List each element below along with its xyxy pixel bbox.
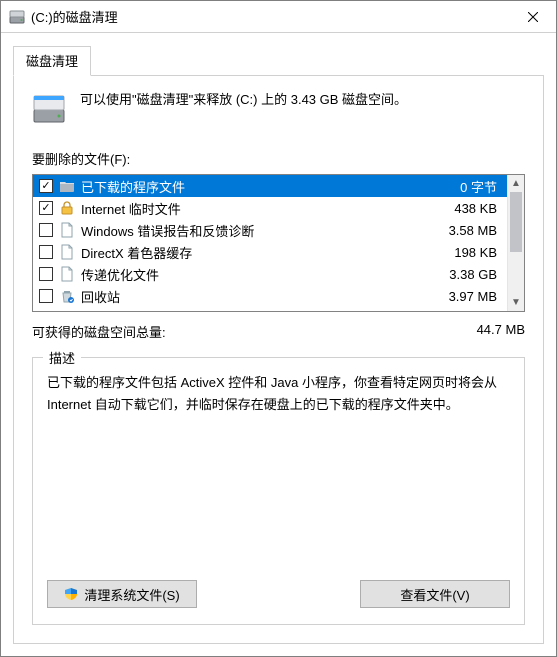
file-size: 3.38 GB: [449, 267, 501, 282]
shield-icon: [64, 587, 78, 601]
file-size: 198 KB: [454, 245, 501, 260]
file-name: 已下载的程序文件: [81, 177, 454, 196]
scroll-up-button[interactable]: ▲: [508, 175, 524, 192]
list-item[interactable]: Windows 错误报告和反馈诊断 3.58 MB: [33, 219, 507, 241]
file-icon: [59, 244, 75, 260]
file-icon: [59, 266, 75, 282]
list-item[interactable]: Internet 临时文件 438 KB: [33, 197, 507, 219]
list-item[interactable]: 传递优化文件 3.38 GB: [33, 263, 507, 285]
file-size: 3.97 MB: [449, 289, 501, 304]
file-size: 3.58 MB: [449, 223, 501, 238]
checkbox[interactable]: [39, 267, 53, 281]
clean-system-files-label: 清理系统文件(S): [84, 585, 179, 604]
disk-cleanup-window: (C:)的磁盘清理 磁盘清理 可以使用"磁盘清理"来释放 (C:) 上的 3.4…: [0, 0, 557, 657]
tab-strip: 磁盘清理: [1, 33, 556, 75]
titlebar-left: (C:)的磁盘清理: [9, 7, 118, 26]
scrollbar[interactable]: ▲ ▼: [507, 175, 524, 311]
file-name: 回收站: [81, 287, 443, 306]
folder-icon: [59, 178, 75, 194]
list-item[interactable]: DirectX 着色器缓存 198 KB: [33, 241, 507, 263]
file-name: Internet 临时文件: [81, 199, 448, 218]
description-group: 描述 已下载的程序文件包括 ActiveX 控件和 Java 小程序，你查看特定…: [32, 357, 525, 625]
total-label: 可获得的磁盘空间总量:: [32, 322, 166, 341]
file-name: Windows 错误报告和反馈诊断: [81, 221, 443, 240]
file-size: 0 字节: [460, 177, 501, 196]
checkbox[interactable]: [39, 223, 53, 237]
scroll-down-button[interactable]: ▼: [508, 294, 524, 311]
view-files-label: 查看文件(V): [400, 585, 469, 604]
window-title: (C:)的磁盘清理: [31, 7, 118, 26]
total-row: 可获得的磁盘空间总量: 44.7 MB: [32, 322, 525, 341]
intro-text: 可以使用"磁盘清理"来释放 (C:) 上的 3.43 GB 磁盘空间。: [80, 90, 407, 110]
checkbox[interactable]: [39, 201, 53, 215]
scroll-thumb[interactable]: [510, 192, 522, 252]
file-name: 传递优化文件: [81, 265, 443, 284]
file-icon: [59, 222, 75, 238]
file-size: 438 KB: [454, 201, 501, 216]
button-row: 清理系统文件(S) 查看文件(V): [47, 580, 510, 608]
file-list: 已下载的程序文件 0 字节 Internet 临时文件 438 KB Windows 错…: [32, 174, 525, 312]
recycle-icon: [59, 288, 75, 304]
file-name: DirectX 着色器缓存: [81, 243, 448, 262]
list-item[interactable]: 回收站 3.97 MB: [33, 285, 507, 307]
checkbox[interactable]: [39, 179, 53, 193]
intro-row: 可以使用"磁盘清理"来释放 (C:) 上的 3.43 GB 磁盘空间。: [32, 90, 525, 129]
view-files-button[interactable]: 查看文件(V): [360, 580, 510, 608]
files-label: 要删除的文件(F):: [32, 149, 525, 168]
clean-system-files-button[interactable]: 清理系统文件(S): [47, 580, 197, 608]
drive-cleanup-icon: [9, 9, 25, 25]
checkbox[interactable]: [39, 245, 53, 259]
lock-icon: [59, 200, 75, 216]
list-item[interactable]: 已下载的程序文件 0 字节: [33, 175, 507, 197]
description-text: 已下载的程序文件包括 ActiveX 控件和 Java 小程序，你查看特定网页时…: [47, 372, 510, 566]
titlebar: (C:)的磁盘清理: [1, 1, 556, 33]
tab-page: 可以使用"磁盘清理"来释放 (C:) 上的 3.43 GB 磁盘空间。 要删除的…: [13, 75, 544, 644]
tab-disk-cleanup[interactable]: 磁盘清理: [13, 46, 91, 76]
close-button[interactable]: [510, 1, 556, 32]
drive-icon: [32, 92, 66, 129]
total-value: 44.7 MB: [477, 322, 525, 341]
scroll-track[interactable]: [508, 192, 524, 294]
file-list-inner: 已下载的程序文件 0 字节 Internet 临时文件 438 KB Windows 错…: [33, 175, 507, 311]
description-caption: 描述: [43, 348, 81, 367]
checkbox[interactable]: [39, 289, 53, 303]
